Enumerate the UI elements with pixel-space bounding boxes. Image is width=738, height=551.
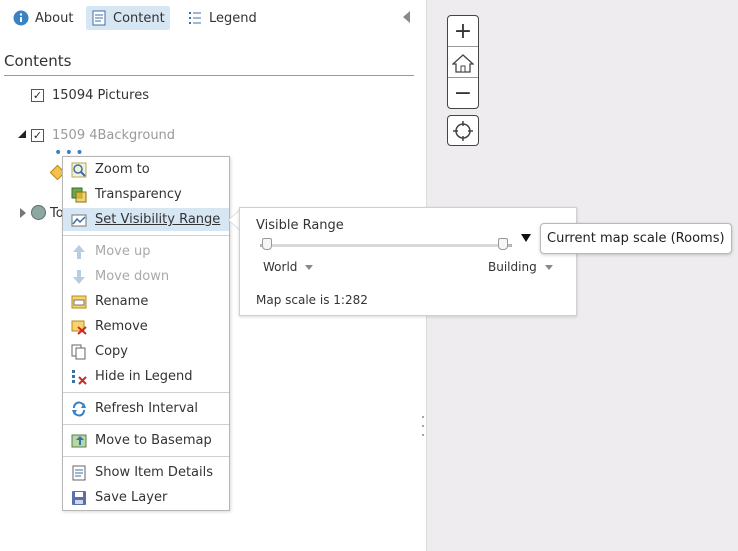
menu-item-show-item-details[interactable]: Show Item Details [63, 461, 229, 484]
menu-separator [63, 235, 229, 236]
panel-resize-handle[interactable] [421, 416, 425, 436]
menu-item-move-down[interactable]: Move down [63, 265, 229, 288]
menu-item-remove[interactable]: Remove [63, 315, 229, 338]
menu-item-zoom-to[interactable]: Zoom to [63, 158, 229, 181]
tab-legend[interactable]: Legend [182, 6, 262, 30]
tab-legend-label: Legend [209, 10, 257, 26]
popup-pointer [229, 211, 239, 229]
zoom-controls: + − [447, 15, 479, 109]
collapse-layer-icon[interactable] [18, 130, 27, 139]
menu-item-save-layer[interactable]: Save Layer [63, 486, 229, 509]
current-scale-tooltip: Current map scale (Rooms) [540, 223, 732, 254]
layer-row[interactable]: ✓ 15094 Pictures [31, 88, 149, 103]
tab-content-label: Content [113, 10, 165, 26]
hide-legend-icon [71, 369, 87, 385]
expand-layer-icon[interactable] [20, 208, 27, 219]
map-scale-text: Map scale is 1:282 [256, 293, 368, 307]
menu-separator [63, 392, 229, 393]
remove-icon [71, 319, 87, 335]
menu-item-transparency[interactable]: Transparency [63, 183, 229, 206]
min-scale-label: World [263, 260, 298, 274]
copy-icon [71, 344, 87, 360]
zoom-icon [71, 162, 87, 178]
max-scale-dropdown[interactable]: Building [488, 260, 553, 274]
menu-item-set-visibility-range[interactable]: Set Visibility Range [63, 208, 229, 231]
refresh-icon [71, 400, 87, 417]
basemap-icon [71, 433, 87, 449]
menu-item-rename[interactable]: Rename [63, 290, 229, 313]
layer-name: 15094 Pictures [52, 88, 149, 103]
visibility-range-popup: Visible Range World Building Map scale i… [239, 207, 577, 316]
details-icon [71, 465, 87, 481]
menu-item-hide-in-legend[interactable]: Hide in Legend [63, 365, 229, 388]
layer-name: 1509 4Background [52, 128, 176, 143]
menu-separator [63, 456, 229, 457]
tab-about-label: About [35, 10, 74, 26]
menu-separator [63, 424, 229, 425]
max-scale-handle[interactable] [498, 238, 508, 250]
layer-context-menu: Zoom to Transparency Set Visibility Rang… [62, 156, 230, 511]
info-icon [13, 10, 29, 26]
menu-item-refresh-interval[interactable]: Refresh Interval [63, 397, 229, 420]
visibility-range-icon [71, 212, 87, 228]
layer-visibility-checkbox[interactable]: ✓ [31, 129, 44, 142]
max-scale-label: Building [488, 260, 537, 274]
divider [4, 75, 414, 76]
tooltip-text: Current map scale (Rooms) [547, 231, 725, 246]
save-icon [71, 490, 87, 506]
zoom-in-button[interactable]: + [448, 16, 478, 47]
contents-title: Contents [4, 52, 72, 70]
layer-row[interactable]: ✓ 1509 4Background [31, 128, 175, 143]
locate-button[interactable] [447, 115, 479, 146]
arrow-down-icon [71, 269, 87, 285]
home-icon [452, 53, 474, 73]
zoom-out-button[interactable]: − [448, 78, 478, 109]
range-slider-fill [266, 244, 502, 247]
collapse-panel-icon[interactable] [403, 11, 410, 23]
content-icon [91, 10, 107, 26]
chevron-down-icon [305, 264, 314, 270]
popup-title: Visible Range [256, 218, 344, 233]
current-scale-marker[interactable] [521, 234, 531, 242]
legend-icon [187, 10, 203, 26]
home-button[interactable] [448, 47, 478, 78]
menu-item-move-to-basemap[interactable]: Move to Basemap [63, 429, 229, 452]
menu-item-copy[interactable]: Copy [63, 340, 229, 363]
chevron-down-icon [544, 264, 553, 270]
rename-icon [71, 294, 87, 310]
tab-content[interactable]: Content [86, 6, 170, 30]
arrow-up-icon [71, 244, 87, 260]
min-scale-dropdown[interactable]: World [263, 260, 314, 274]
locate-icon [453, 120, 473, 141]
transparency-icon [71, 187, 87, 203]
tab-about[interactable]: About [8, 6, 78, 30]
menu-item-move-up[interactable]: Move up [63, 240, 229, 263]
min-scale-handle[interactable] [262, 238, 272, 250]
layer-visibility-checkbox[interactable]: ✓ [31, 89, 44, 102]
globe-icon [31, 205, 46, 220]
